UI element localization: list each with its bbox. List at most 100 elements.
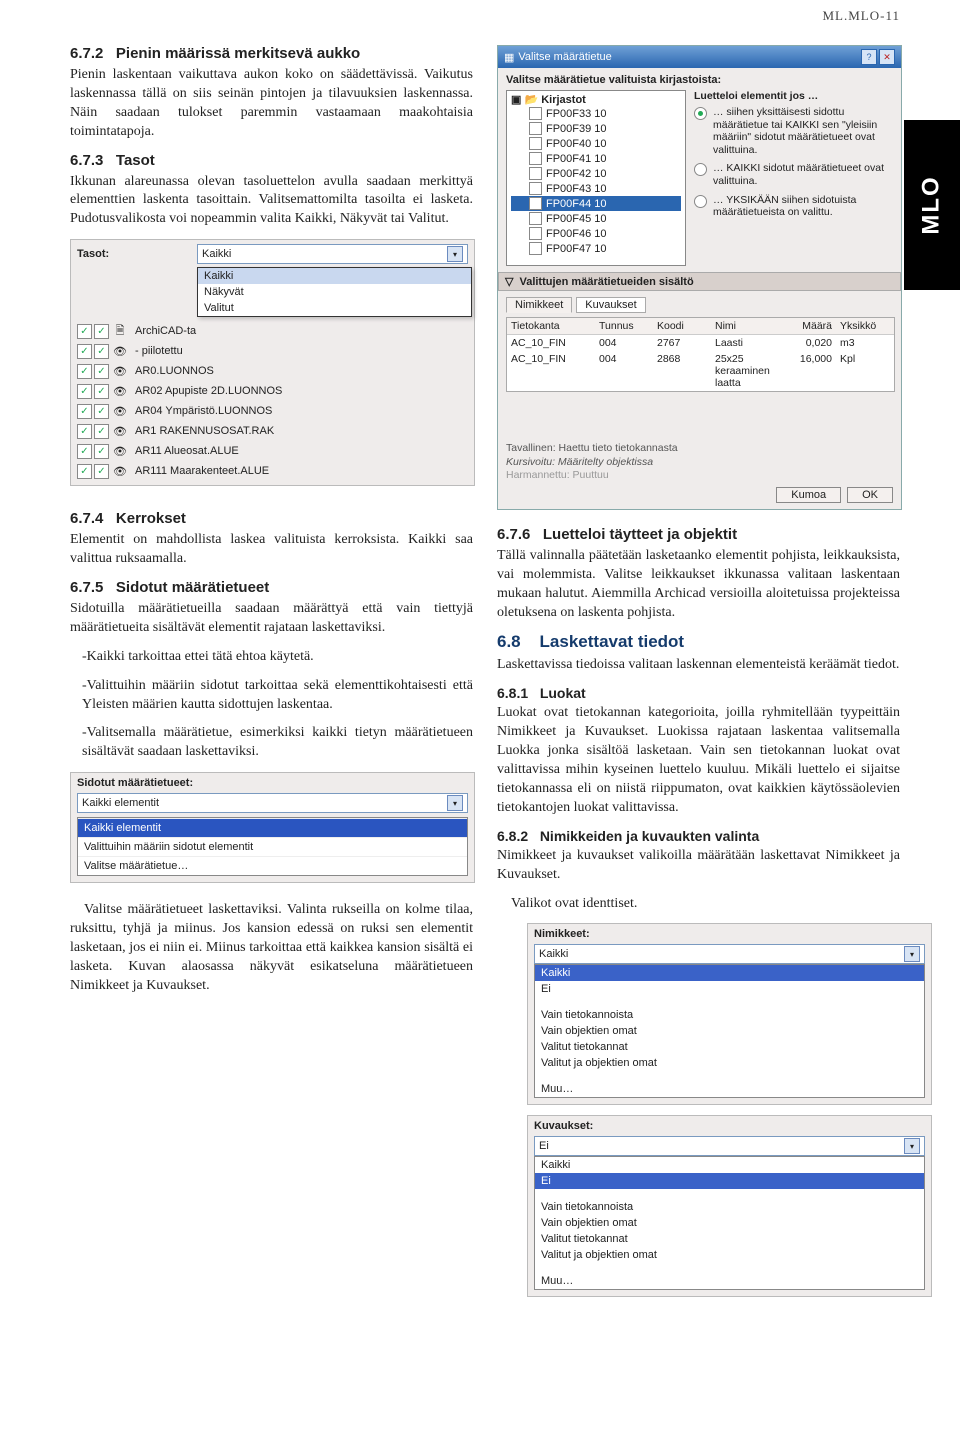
tasot-dropdown[interactable]: KaikkiNäkyvätValitut (197, 267, 472, 317)
tasot-option[interactable]: Kaikki (198, 268, 471, 284)
cancel-button[interactable]: Kumoa (776, 487, 841, 503)
layer-row[interactable]: ✓✓👁AR04 Ympäristö.LUONNOS (77, 401, 468, 421)
list-option[interactable]: Kaikki (535, 965, 924, 981)
sidotut-option[interactable]: Kaikki elementit (78, 818, 467, 837)
layer-row[interactable]: ✓✓🗎ArchiCAD-ta (77, 321, 468, 341)
layer-row[interactable]: ✓✓👁- piilotettu (77, 341, 468, 361)
tree-leaf[interactable]: FP00F46 10 (511, 226, 681, 241)
tree-leaf[interactable]: FP00F47 10 (511, 241, 681, 256)
layer-row[interactable]: ✓✓👁AR02 Apupiste 2D.LUONNOS (77, 381, 468, 401)
valitse-dialog: ▦Valitse määrätietue ?✕ Valitse määrätie… (497, 45, 902, 510)
tasot-combo[interactable]: Kaikki▾ (197, 244, 468, 264)
checkbox-icon[interactable] (529, 167, 542, 180)
section-bar[interactable]: ▽Valittujen määrätietueiden sisältö (498, 272, 901, 291)
checkbox-icon[interactable]: ✓ (94, 444, 109, 459)
checkbox-icon[interactable] (529, 107, 542, 120)
tab-nimikkeet[interactable]: Nimikkeet (506, 297, 572, 313)
list-option[interactable]: Vain tietokannoista (535, 1199, 924, 1215)
checkbox-icon[interactable]: ✓ (94, 464, 109, 479)
layer-row[interactable]: ✓✓👁AR111 Maarakenteet.ALUE (77, 461, 468, 481)
list-option[interactable]: Kaikki (535, 1157, 924, 1173)
radio-option[interactable]: … KAIKKI sidotut määrätietueet ovat vali… (694, 162, 893, 187)
tree-leaf[interactable]: FP00F42 10 (511, 166, 681, 181)
layer-name: AR04 Ympäristö.LUONNOS (135, 405, 272, 417)
sidotut-option[interactable]: Valittuihin määriin sidotut elementit (78, 837, 467, 856)
data-table: Tietokanta Tunnus Koodi Nimi Määrä Yksik… (506, 317, 895, 392)
eye-icon: 👁 (111, 464, 129, 478)
layer-row[interactable]: ✓✓👁AR11 Alueosat.ALUE (77, 441, 468, 461)
ok-button[interactable]: OK (847, 487, 893, 503)
radio-option[interactable]: … siihen yksittäisesti sidottu määrätiet… (694, 106, 893, 156)
checkbox-icon[interactable]: ✓ (77, 404, 92, 419)
checkbox-icon[interactable]: ✓ (94, 424, 109, 439)
checkbox-icon[interactable]: ✓ (77, 364, 92, 379)
checkbox-icon[interactable]: ✓ (94, 324, 109, 339)
p-672: Pienin laskentaan vaikuttava aukon koko … (70, 66, 473, 142)
list-option[interactable]: Valitut ja objektien omat (535, 1055, 924, 1071)
side-tab: MLO (904, 120, 960, 290)
checkbox-icon[interactable]: ✓ (77, 424, 92, 439)
tasot-label: Tasot: (77, 248, 197, 260)
p-673: Ikkunan alareunassa olevan tasoluettelon… (70, 173, 473, 230)
tree-leaf[interactable]: FP00F40 10 (511, 136, 681, 151)
list-option[interactable]: Ei (535, 1173, 924, 1189)
checkbox-icon[interactable] (529, 242, 542, 255)
checkbox-icon[interactable] (529, 182, 542, 195)
radio-icon[interactable] (694, 195, 707, 208)
sidotut-combo[interactable]: Kaikki elementit▾ (77, 793, 468, 813)
chevron-down-icon[interactable]: ▾ (447, 246, 463, 262)
help-icon[interactable]: ? (861, 49, 877, 65)
tasot-option[interactable]: Näkyvät (198, 284, 471, 300)
list-option (535, 1189, 924, 1199)
radio-icon[interactable] (694, 163, 707, 176)
checkbox-icon[interactable]: ✓ (94, 364, 109, 379)
tasot-option[interactable]: Valitut (198, 300, 471, 316)
library-tree[interactable]: ▣ 📂 Kirjastot FP00F33 10FP00F39 10FP00F4… (506, 90, 686, 266)
tree-leaf[interactable]: FP00F39 10 (511, 121, 681, 136)
checkbox-icon[interactable]: ✓ (94, 404, 109, 419)
kuvaukset-panel: Kuvaukset: Ei▾ KaikkiEiVain tietokannois… (527, 1115, 932, 1297)
sidotut-label: Sidotut määrätietueet: (71, 773, 474, 793)
list-option[interactable]: Valitut tietokannat (535, 1231, 924, 1247)
list-option[interactable]: Vain objektien omat (535, 1215, 924, 1231)
list-option[interactable]: Valitut tietokannat (535, 1039, 924, 1055)
checkbox-icon[interactable] (529, 122, 542, 135)
close-icon[interactable]: ✕ (879, 49, 895, 65)
list-option[interactable]: Vain objektien omat (535, 1023, 924, 1039)
list-option (535, 1263, 924, 1273)
checkbox-icon[interactable]: ✓ (77, 384, 92, 399)
kuvaukset-combo[interactable]: Ei▾ (534, 1136, 925, 1156)
checkbox-icon[interactable]: ✓ (77, 344, 92, 359)
layer-row[interactable]: ✓✓👁AR1 RAKENNUSOSAT.RAK (77, 421, 468, 441)
tree-root[interactable]: ▣ 📂 Kirjastot (511, 93, 681, 106)
checkbox-icon[interactable] (529, 152, 542, 165)
chevron-down-icon[interactable]: ▾ (904, 1138, 920, 1154)
list-option[interactable]: Muu… (535, 1081, 924, 1097)
list-option[interactable]: Muu… (535, 1273, 924, 1289)
sidotut-option[interactable]: Valitse määrätietue… (78, 856, 467, 875)
checkbox-icon[interactable] (529, 137, 542, 150)
nimikkeet-combo[interactable]: Kaikki▾ (534, 944, 925, 964)
tree-leaf[interactable]: FP00F45 10 (511, 211, 681, 226)
list-option[interactable]: Vain tietokannoista (535, 1007, 924, 1023)
tree-leaf[interactable]: FP00F43 10 (511, 181, 681, 196)
checkbox-icon[interactable]: ✓ (94, 344, 109, 359)
tree-leaf[interactable]: FP00F41 10 (511, 151, 681, 166)
checkbox-icon[interactable]: ✓ (77, 464, 92, 479)
chevron-down-icon[interactable]: ▾ (447, 795, 463, 811)
tree-leaf[interactable]: FP00F44 10 (511, 196, 681, 211)
radio-icon[interactable] (694, 107, 707, 120)
radio-option[interactable]: … YKSIKÄÄN siihen sidotuista määrätietue… (694, 194, 893, 219)
checkbox-icon[interactable]: ✓ (94, 384, 109, 399)
list-option[interactable]: Ei (535, 981, 924, 997)
chevron-down-icon[interactable]: ▾ (904, 946, 920, 962)
checkbox-icon[interactable] (529, 212, 542, 225)
tree-leaf[interactable]: FP00F33 10 (511, 106, 681, 121)
layer-row[interactable]: ✓✓👁AR0.LUONNOS (77, 361, 468, 381)
checkbox-icon[interactable]: ✓ (77, 324, 92, 339)
list-option[interactable]: Valitut ja objektien omat (535, 1247, 924, 1263)
checkbox-icon[interactable] (529, 227, 542, 240)
checkbox-icon[interactable] (529, 197, 542, 210)
tab-kuvaukset[interactable]: Kuvaukset (576, 297, 645, 313)
checkbox-icon[interactable]: ✓ (77, 444, 92, 459)
